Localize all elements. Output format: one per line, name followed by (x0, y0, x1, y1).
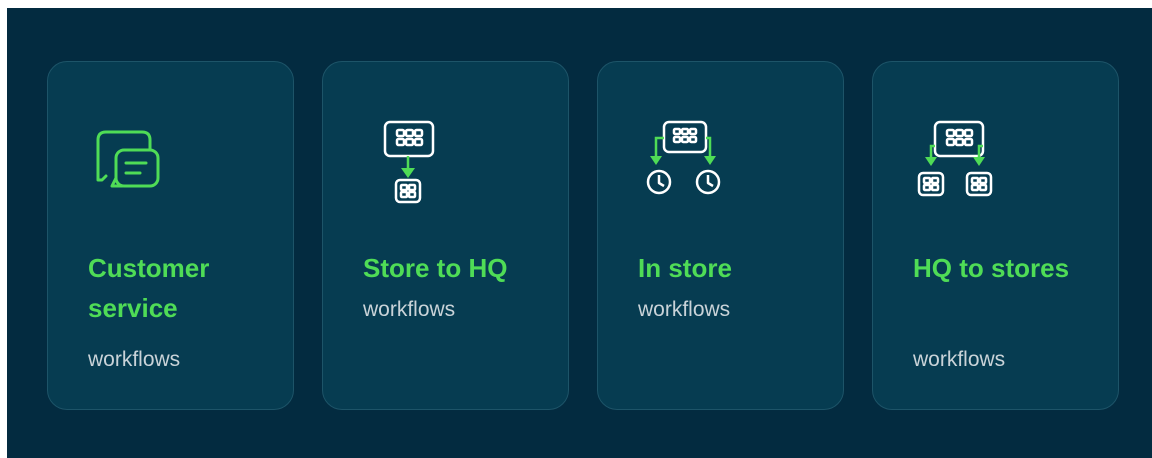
card-title: In store (638, 253, 732, 283)
chat-bubbles-icon (78, 106, 208, 216)
card-subtitle: workflows (913, 348, 1006, 371)
card-in-store[interactable]: In store workflows (597, 61, 844, 410)
card-subtitle: workflows (88, 348, 181, 371)
card-hq-to-stores[interactable]: HQ to stores workflows (872, 61, 1119, 410)
store-to-hq-icon (353, 106, 483, 216)
card-title: Customer service (88, 253, 210, 323)
card-subtitle: workflows (638, 298, 731, 321)
card-store-to-hq[interactable]: Store to HQ workflows (322, 61, 569, 410)
card-title: HQ to stores (913, 253, 1070, 283)
card-title: Store to HQ (363, 253, 508, 283)
in-store-clocks-icon (628, 106, 758, 216)
card-customer-service[interactable]: Customer service workflows (47, 61, 294, 410)
card-subtitle: workflows (363, 298, 456, 321)
hq-to-stores-icon (903, 106, 1033, 216)
